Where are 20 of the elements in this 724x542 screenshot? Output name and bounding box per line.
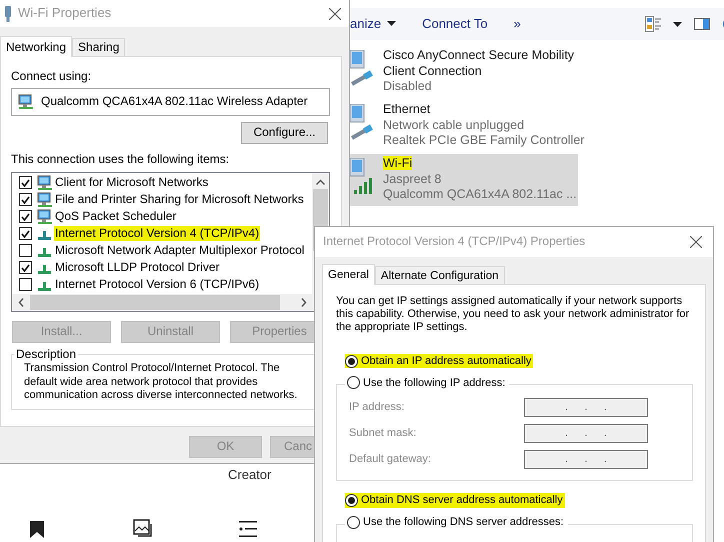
- field-label: Subnet mask:: [349, 426, 418, 441]
- field-label: Connect using:: [11, 69, 92, 85]
- description-text: Transmission Control Protocol/Internet Protocol. The default wide area network protocol that provides communication across diverse interconnected networks.: [24, 362, 298, 403]
- window-title: Wi-Fi Properties: [18, 5, 112, 22]
- connection-status: Disabled: [383, 79, 433, 95]
- window-title: Internet Protocol Version 4 (TCP/IPv4) Properties: [323, 234, 586, 250]
- group-title: Description: [15, 347, 78, 362]
- caption-text: Creator: [228, 467, 272, 484]
- connection-name: Cisco AnyConnect Secure Mobility Client Connection: [383, 48, 574, 78]
- connection-status: Network cable unplugged: [383, 118, 526, 134]
- section-label: This connection uses the following items:: [11, 152, 230, 168]
- connection-status: Jaspreet 8: [383, 172, 442, 188]
- field-label: IP address:: [349, 400, 406, 415]
- connection-name: Wi-Fi: [383, 156, 412, 170]
- device-name: Realtek PCIe GBE Family Controller: [383, 133, 584, 149]
- field-label: Default gateway:: [349, 452, 432, 467]
- connection-name: Ethernet: [383, 102, 430, 116]
- device-name: Qualcomm QCA61x4A 802.11ac ...: [383, 187, 578, 203]
- instruction-text: You can get IP settings assigned automatically if your network supports this capability. Otherwise, you need to ask your network administrator for the appropriate IP settings.: [336, 295, 690, 334]
- adapter-name: Qualcomm QCA61x4A 802.11ac Wireless Adapter: [41, 94, 308, 110]
